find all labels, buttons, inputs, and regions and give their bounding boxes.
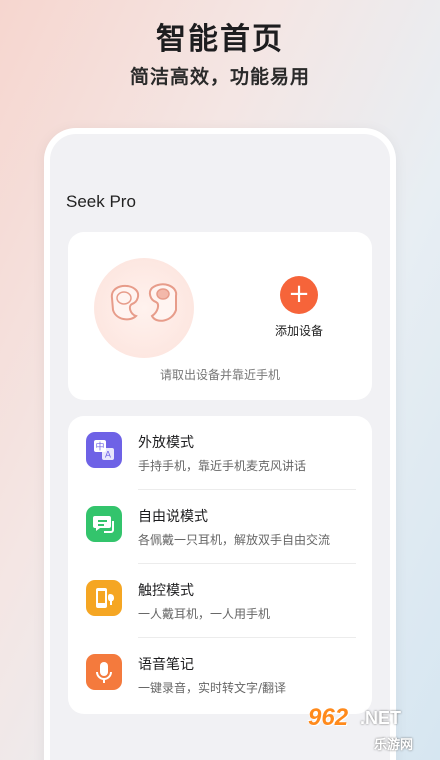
device-hint: 请取出设备并靠近手机 [159, 368, 280, 382]
earbuds-icon [110, 283, 178, 322]
mode-title: 自由说模式 [138, 509, 208, 525]
watermark-suffix: .NET [360, 708, 402, 728]
mode-title: 触控模式 [138, 583, 194, 599]
add-device-label[interactable]: 添加设备 [264, 322, 334, 339]
mode-desc: 一键录音，实时转文字/翻译 [138, 681, 287, 695]
promo-headline: 智能首页 [156, 22, 284, 57]
mode-item-free-talk[interactable]: 自由说模式 各佩戴一只耳机，解放双手自由交流 [68, 490, 372, 564]
mode-item-voice-note[interactable]: 语音笔记 一键录音，实时转文字/翻译 [68, 638, 372, 712]
mode-desc: 一人戴耳机，一人用手机 [138, 607, 271, 621]
app-title: Seek Pro [66, 192, 136, 211]
add-device-button[interactable]: + [280, 276, 318, 314]
phone-frame: Seek Pro + 添加设备 请取出设备并靠近手机 中 A 外放模式 手持手机… [44, 128, 396, 760]
mode-item-speaker[interactable]: 中 A 外放模式 手持手机，靠近手机麦克风讲话 [68, 416, 372, 490]
translate-icon: 中 A [86, 432, 122, 468]
chat-icon [86, 506, 122, 542]
phone-earbud-icon [86, 580, 122, 616]
mode-list: 中 A 外放模式 手持手机，靠近手机麦克风讲话 自由说模式 各佩戴一只耳机，解放… [68, 416, 372, 714]
mode-desc: 手持手机，靠近手机麦克风讲话 [138, 459, 307, 473]
watermark-brand: 962 [308, 704, 349, 731]
earbuds-image [94, 258, 194, 358]
watermark-site: 乐游网 [374, 738, 414, 753]
mode-desc: 各佩戴一只耳机，解放双手自由交流 [138, 533, 331, 547]
plus-icon: + [288, 279, 310, 309]
device-card: + 添加设备 请取出设备并靠近手机 [68, 232, 372, 400]
promo-subheadline: 简洁高效，功能易用 [129, 66, 310, 88]
site-watermark: 962 .NET 乐游网 [308, 704, 432, 754]
mode-title: 语音笔记 [138, 657, 194, 673]
mode-title: 外放模式 [138, 435, 194, 451]
mode-item-touch[interactable]: 触控模式 一人戴耳机，一人用手机 [68, 564, 372, 638]
svg-text:A: A [105, 451, 112, 461]
microphone-icon [86, 654, 122, 690]
